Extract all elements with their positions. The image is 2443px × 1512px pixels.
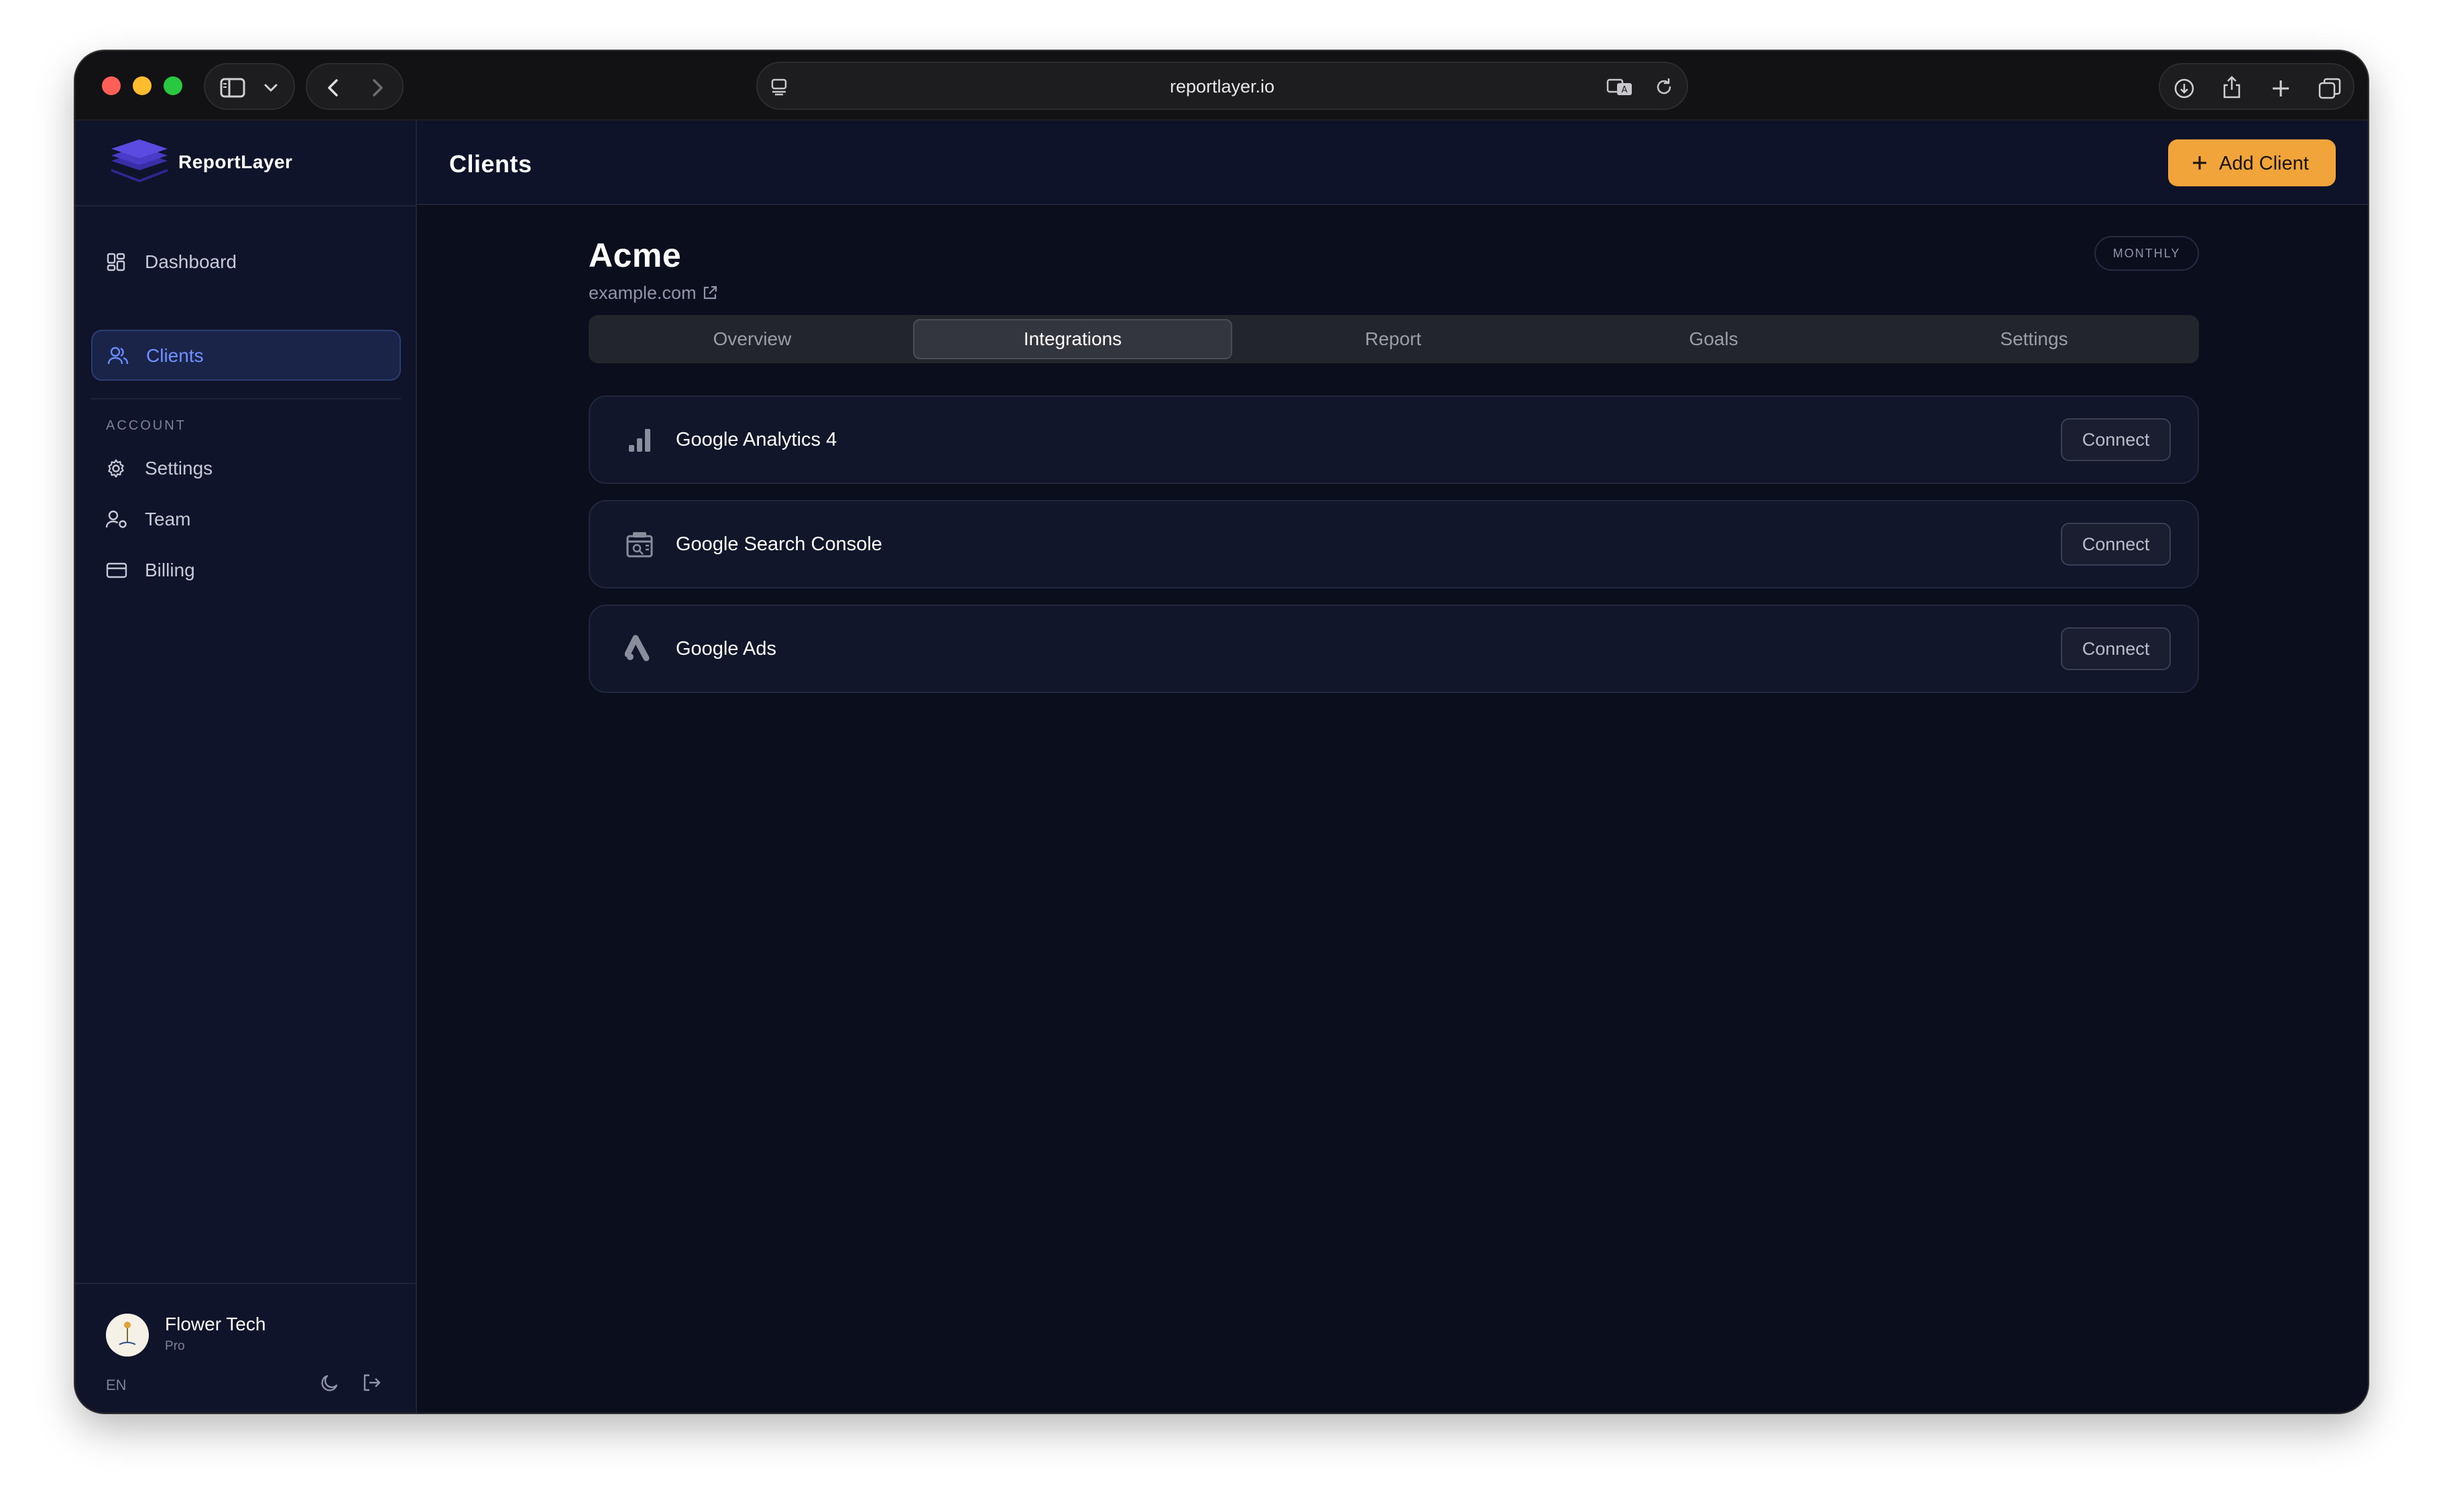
download-icon[interactable] (2173, 78, 2195, 103)
page-header: Clients Add Client (417, 121, 2368, 205)
report-frequency-badge: MONTHLY (2094, 236, 2199, 271)
integration-card-search-console: Google Search Console Connect (589, 500, 2199, 588)
avatar[interactable] (106, 1314, 149, 1357)
sidebar-item-label: Dashboard (145, 251, 237, 272)
user-plan: Pro (165, 1339, 185, 1353)
forward-icon[interactable] (369, 78, 386, 101)
app-sidebar: ReportLayer Dashboard Clients ACCOUNT Se… (75, 121, 417, 1413)
team-icon (105, 509, 127, 534)
divider (91, 398, 401, 399)
chevron-down-icon[interactable] (263, 80, 279, 99)
gear-icon (106, 458, 126, 483)
sidebar-item-dashboard[interactable]: Dashboard (91, 236, 401, 287)
moon-icon[interactable] (319, 1372, 341, 1397)
tab-integrations[interactable]: Integrations (913, 319, 1232, 359)
flower-logo-icon (106, 1314, 149, 1357)
layers-logo-icon (111, 139, 168, 182)
history-nav-group (306, 63, 404, 110)
sidebar-item-label: Billing (145, 560, 195, 580)
integration-name: Google Search Console (676, 533, 882, 555)
sidebar-item-settings[interactable]: Settings (91, 442, 401, 493)
user-name: Flower Tech (165, 1314, 266, 1334)
reload-icon[interactable] (1655, 78, 1673, 100)
logout-icon[interactable] (361, 1372, 382, 1397)
tab-settings[interactable]: Settings (1874, 319, 2194, 359)
sidebar-toggle-group (204, 63, 295, 110)
sidebar-item-label: Team (145, 509, 191, 529)
close-window-button[interactable] (102, 76, 121, 95)
sidebar-item-label: Clients (146, 345, 204, 366)
minimize-window-button[interactable] (133, 76, 152, 95)
add-client-label: Add Client (2219, 153, 2309, 174)
zoom-window-button[interactable] (164, 76, 182, 95)
brand-name: ReportLayer (178, 151, 293, 172)
share-icon[interactable] (2222, 75, 2242, 103)
main-content: Acme example.com MONTHLY Overview Integr… (417, 205, 2368, 1413)
tab-goals[interactable]: Goals (1554, 319, 1873, 359)
integration-name: Google Analytics 4 (676, 429, 837, 450)
divider (75, 205, 416, 206)
back-icon[interactable] (324, 78, 342, 101)
integration-card-ga4: Google Analytics 4 Connect (589, 395, 2199, 484)
language-switcher[interactable]: EN (106, 1377, 127, 1394)
translate-icon[interactable]: A (1606, 78, 1633, 100)
client-website-link[interactable]: example.com (589, 283, 718, 306)
browser-toolbar: reportlayer.io A (75, 51, 2368, 121)
integration-name: Google Ads (676, 638, 776, 659)
connect-search-console-button[interactable]: Connect (2061, 523, 2171, 566)
bar-chart-icon (625, 425, 654, 458)
tab-report[interactable]: Report (1234, 319, 1553, 359)
users-icon (107, 346, 129, 371)
tab-overview[interactable]: Overview (593, 319, 912, 359)
google-ads-icon (624, 634, 654, 667)
address-bar[interactable]: reportlayer.io A (756, 62, 1688, 110)
sidebar-item-billing[interactable]: Billing (91, 544, 401, 595)
credit-card-icon (106, 560, 127, 585)
page-title: Clients (449, 150, 532, 178)
browser-window: reportlayer.io A ReportLayer Dashboard C… (75, 51, 2368, 1413)
client-url-text: example.com (589, 283, 697, 303)
plus-icon (2191, 154, 2208, 177)
new-tab-icon[interactable] (2270, 78, 2291, 103)
add-client-button[interactable]: Add Client (2168, 139, 2336, 186)
tab-overview-icon[interactable] (2318, 78, 2341, 103)
client-name: Acme (589, 237, 682, 274)
connect-google-ads-button[interactable]: Connect (2061, 627, 2171, 670)
divider (75, 1283, 416, 1284)
url-text: reportlayer.io (1169, 76, 1275, 97)
sidebar-toggle-icon[interactable] (220, 78, 245, 101)
search-console-icon (625, 529, 654, 562)
svg-text:A: A (1622, 85, 1628, 95)
browser-actions-group (2159, 63, 2355, 110)
dashboard-grid-icon (106, 252, 126, 277)
section-label-account: ACCOUNT (106, 418, 186, 433)
client-tabs: Overview Integrations Report Goals Setti… (589, 315, 2199, 363)
sidebar-item-label: Settings (145, 458, 213, 479)
external-link-icon (702, 285, 718, 306)
connect-ga4-button[interactable]: Connect (2061, 418, 2171, 461)
sidebar-item-team[interactable]: Team (91, 493, 401, 544)
integration-card-google-ads: Google Ads Connect (589, 605, 2199, 693)
sidebar-item-clients[interactable]: Clients (91, 330, 401, 381)
